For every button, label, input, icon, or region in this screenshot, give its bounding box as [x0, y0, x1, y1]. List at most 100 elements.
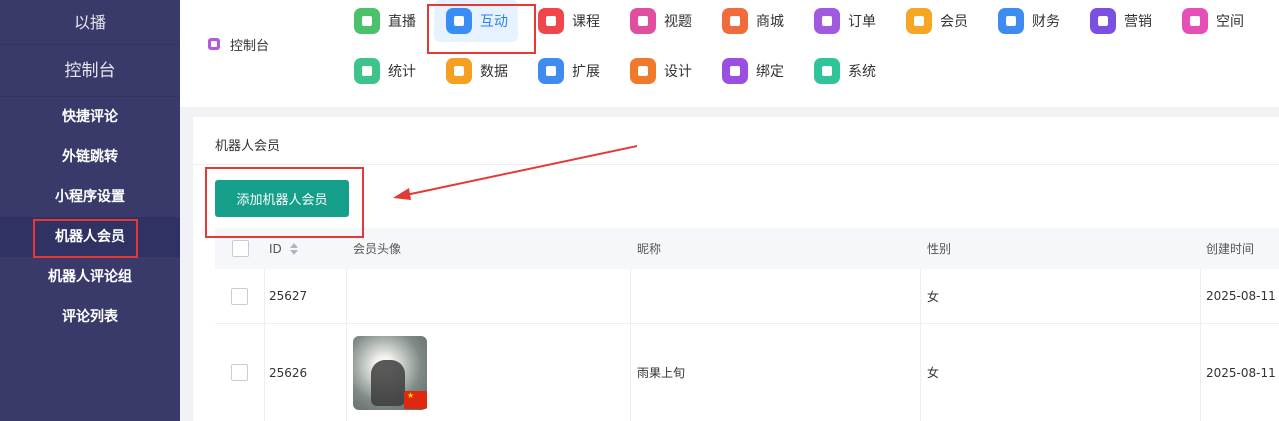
nav-item-icon	[1090, 8, 1116, 34]
nav-item-icon	[630, 58, 656, 84]
top-console-link[interactable]: 控制台	[208, 34, 269, 54]
nav-row1-item-0[interactable]: 直播	[354, 5, 416, 37]
sidebar-item-label: 评论列表	[62, 309, 118, 325]
nav-item-label: 统计	[388, 64, 416, 80]
table-row: 25627 女 2025-08-11 20	[215, 269, 1279, 324]
main-content: 机器人会员 添加机器人会员 ID 会员头像 昵称 性别 创建时间 25627 女 2…	[193, 117, 1279, 421]
nav-row1-item-7[interactable]: 财务	[998, 5, 1060, 37]
nav-item-label: 互动	[480, 14, 508, 30]
row-avatar-cell	[347, 324, 631, 421]
row-created: 2025-08-11 20	[1206, 289, 1279, 303]
nav-row2-item-0[interactable]: 统计	[354, 55, 416, 87]
header-gender: 性别	[927, 242, 952, 256]
nav-row1-item-5[interactable]: 订单	[814, 5, 876, 37]
nav-item-label: 订单	[848, 14, 876, 30]
row-checkbox[interactable]	[231, 287, 248, 305]
header-select-cell	[215, 228, 265, 269]
nav-item-icon	[814, 8, 840, 34]
row-nickname	[631, 269, 921, 323]
nav-row2-item-4[interactable]: 绑定	[722, 55, 784, 87]
sort-icon[interactable]	[289, 242, 298, 255]
nav-item-icon	[446, 58, 472, 84]
nav-item-icon	[1182, 8, 1208, 34]
sidebar-item-label: 快捷评论	[62, 109, 118, 125]
row-id: 25627	[265, 269, 347, 323]
nav-item-label: 扩展	[572, 64, 600, 80]
top-nav: 控制台 直播 互动 课程 视题 商城 订单 会员 财务 营销 空间统计 数据 扩展 设计 绑定 系统	[180, 0, 1279, 107]
nav-item-icon	[354, 58, 380, 84]
nav-item-label: 视题	[664, 14, 692, 30]
nav-item-icon	[998, 8, 1024, 34]
row-gender: 女	[921, 324, 1201, 421]
header-id[interactable]: ID	[265, 228, 347, 269]
nav-row1-item-9[interactable]: 空间	[1182, 5, 1244, 37]
sidebar-item-4[interactable]: 机器人评论组	[0, 257, 180, 297]
row-avatar-cell	[347, 269, 631, 323]
row-created: 2025-08-11 16	[1206, 365, 1279, 380]
nav-item-icon	[630, 8, 656, 34]
sidebar: 以播 控制台 快捷评论外链跳转小程序设置机器人会员机器人评论组 评论列表	[0, 0, 180, 421]
nav-item-label: 数据	[480, 64, 508, 80]
divider	[193, 164, 1279, 165]
nav-item-icon	[446, 8, 472, 34]
table-header: ID 会员头像 昵称 性别 创建时间	[215, 228, 1279, 269]
sidebar-item-label: 外链跳转	[62, 149, 118, 165]
sidebar-menu: 快捷评论外链跳转小程序设置机器人会员机器人评论组 评论列表	[0, 97, 180, 337]
header-nickname: 昵称	[637, 242, 662, 256]
sidebar-item-label: 机器人评论组	[48, 269, 132, 285]
nav-item-label: 设计	[664, 64, 692, 80]
row-checkbox[interactable]	[231, 364, 248, 381]
header-created: 创建时间	[1206, 242, 1255, 256]
add-robot-member-button[interactable]: 添加机器人会员	[215, 180, 349, 217]
nav-row1-item-2[interactable]: 课程	[538, 5, 600, 37]
nav-item-icon	[722, 58, 748, 84]
row-select-cell	[215, 269, 265, 323]
nav-item-label: 空间	[1216, 14, 1244, 30]
sidebar-item-label: 机器人会员	[55, 229, 125, 245]
nav-item-icon	[814, 58, 840, 84]
sidebar-item-label: 小程序设置	[55, 189, 125, 205]
nav-item-icon	[538, 8, 564, 34]
nav-row2-item-1[interactable]: 数据	[446, 55, 508, 87]
table-row: 25626 雨果上旬女 2025-08-11 16	[215, 324, 1279, 421]
header-id-label: ID	[269, 241, 282, 256]
sidebar-item-0[interactable]: 快捷评论	[0, 97, 180, 137]
nav-row2-item-3[interactable]: 设计	[630, 55, 692, 87]
breadcrumb: 机器人会员	[215, 139, 281, 154]
row-nickname: 雨果上旬	[631, 324, 921, 421]
china-flag-icon	[404, 390, 427, 409]
sidebar-item-5[interactable]: 评论列表	[0, 297, 180, 337]
nav-item-label: 财务	[1032, 14, 1060, 30]
top-console-label: 控制台	[230, 38, 270, 54]
nav-item-label: 会员	[940, 14, 968, 30]
row-select-cell	[215, 324, 265, 421]
nav-item-icon	[722, 8, 748, 34]
nav-row1-item-8[interactable]: 营销	[1090, 5, 1152, 37]
row-id: 25626	[265, 324, 347, 421]
row-gender: 女	[921, 269, 1201, 323]
nav-item-label: 课程	[572, 14, 600, 30]
nav-row1-item-3[interactable]: 视题	[630, 5, 692, 37]
nav-item-label: 营销	[1124, 14, 1152, 30]
sidebar-console[interactable]: 控制台	[0, 45, 180, 97]
nav-item-label: 商城	[756, 14, 784, 30]
sidebar-item-1[interactable]: 外链跳转	[0, 137, 180, 177]
console-icon	[208, 38, 220, 50]
nav-item-label: 系统	[848, 64, 876, 80]
brand-title: 以播	[0, 0, 180, 45]
nav-item-label: 直播	[388, 14, 416, 30]
nav-row1-item-1[interactable]: 互动	[434, 0, 518, 42]
sidebar-item-2[interactable]: 小程序设置	[0, 177, 180, 217]
select-all-checkbox[interactable]	[231, 240, 249, 257]
nav-item-icon	[354, 8, 380, 34]
members-table: ID 会员头像 昵称 性别 创建时间 25627女2025-08-11 2025…	[215, 228, 1279, 421]
header-avatar: 会员头像	[353, 242, 402, 256]
nav-row1-item-4[interactable]: 商城	[722, 5, 784, 37]
nav-item-label: 绑定	[756, 64, 784, 80]
nav-item-icon	[906, 8, 932, 34]
nav-row2-item-2[interactable]: 扩展	[538, 55, 600, 87]
nav-row1-item-6[interactable]: 会员	[906, 5, 968, 37]
nav-item-icon	[538, 58, 564, 84]
sidebar-item-3[interactable]: 机器人会员	[0, 217, 180, 257]
nav-row2-item-5[interactable]: 系统	[814, 55, 876, 87]
